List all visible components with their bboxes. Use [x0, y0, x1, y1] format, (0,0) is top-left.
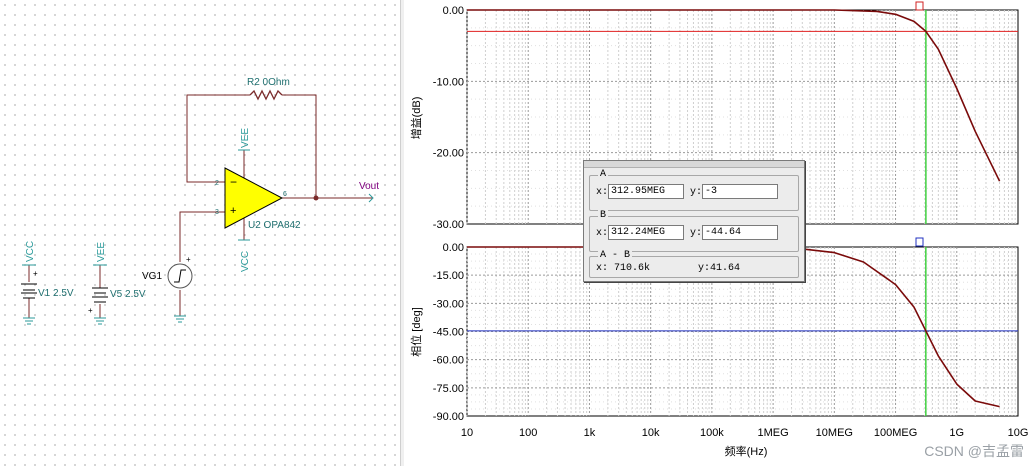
cursor-a-group: A x: 312.95MEG y: -3 [589, 169, 799, 211]
cursor-a-marker[interactable] [915, 1, 924, 11]
cursor-b-x-label: x: [596, 228, 609, 239]
x-tick-label: 1G [949, 427, 964, 439]
vcc-net-label: VCC [240, 251, 251, 272]
pin6-label: 6 [283, 191, 287, 198]
y-tick-label: -10.00 [433, 76, 464, 88]
y-tick-label: -20.00 [433, 148, 464, 160]
cursor-a-x-field[interactable]: 312.95MEG [608, 184, 684, 199]
v1-battery-icon[interactable] [21, 283, 37, 299]
v5-label: V5 2.5V [110, 289, 146, 300]
cursor-b-y-field[interactable]: -44.64 [702, 225, 778, 240]
v5-plus-sign: + [88, 306, 93, 315]
vg1-plus-sign: + [186, 255, 191, 264]
x-tick-label: 100k [700, 427, 724, 439]
x-tick-label: 100MEG [874, 427, 917, 439]
x-tick-label: 10k [642, 427, 660, 439]
y-tick-label: 0.00 [443, 242, 464, 254]
x-tick-label: 100 [519, 427, 537, 439]
schematic-drawing: R2 0Ohm − + 2 3 6 U2 OPA842 VEE VCC Vout… [21, 77, 379, 325]
cursor-b-x-field[interactable]: 312.24MEG [608, 225, 684, 240]
cursor-diff-title: A - B [598, 250, 633, 261]
v5-ground-icon [94, 317, 106, 325]
v1-net-label: VCC [25, 241, 36, 262]
v1-plus-sign: + [33, 269, 38, 278]
opamp-plus-sign: + [230, 205, 236, 217]
feedback-wire-right [282, 94, 317, 198]
cursor-b-group: B x: 312.24MEG y: -44.64 [589, 210, 799, 252]
x-tick-label: 1MEG [758, 427, 789, 439]
y-tick-label: -15.00 [433, 270, 464, 282]
v1-ground-icon [23, 317, 35, 325]
r2-resistor[interactable] [249, 89, 283, 101]
y-tick-label: 0.00 [443, 5, 464, 17]
pin2-label: 2 [215, 180, 219, 187]
gain-ylabel: 增益(dB) [409, 97, 423, 140]
u2-label: U2 OPA842 [248, 220, 301, 231]
vg1-label: VG1 [142, 271, 162, 282]
y-tick-label: -60.00 [433, 355, 464, 367]
x-tick-label: 10G [1008, 427, 1029, 439]
cursor-diff-x: x: 710.6k [596, 263, 651, 274]
vg1-ground-icon [174, 315, 186, 323]
r2-label: R2 0Ohm [247, 77, 290, 88]
y-tick-label: -30.00 [433, 219, 464, 231]
x-tick-label: 1k [584, 427, 596, 439]
y-tick-label: -30.00 [433, 298, 464, 310]
freq-xlabel: 频率(Hz) [725, 444, 768, 458]
cursor-a-y-field[interactable]: -3 [702, 184, 778, 199]
output-junction [313, 195, 319, 201]
watermark: CSDN @吉孟雷 [924, 443, 1024, 459]
y-tick-label: -90.00 [433, 411, 464, 423]
y-tick-label: -75.00 [433, 383, 464, 395]
cursor-a-title: A [598, 169, 609, 180]
v1-label: V1 2.5V [38, 288, 74, 299]
vee-net-label: VEE [240, 128, 251, 148]
cursor-dialog-titlebar[interactable] [584, 161, 804, 168]
cursor-a-y-label: y: [690, 187, 703, 198]
phase-ylabel: 相位 [deg] [409, 307, 423, 357]
y-tick-label: -45.00 [433, 327, 464, 339]
v5-net-label: VEE [96, 242, 107, 262]
vout-label: Vout [359, 181, 379, 192]
cursor-b-y-label: y: [690, 228, 703, 239]
opamp-minus-sign: − [230, 175, 237, 189]
cursor-b-marker[interactable] [915, 237, 924, 247]
pin3-label: 3 [215, 209, 219, 216]
v5-battery-icon[interactable] [92, 287, 108, 303]
x-tick-label: 10 [461, 427, 473, 439]
cursor-a-x-label: x: [596, 187, 609, 198]
cursor-b-title: B [598, 210, 609, 221]
x-tick-label: 10MEG [816, 427, 853, 439]
cursor-diff-y: y:41.64 [698, 263, 741, 274]
cursor-diff-group: A - B x: 710.6k y:41.64 [589, 250, 799, 278]
schematic-canvas[interactable]: R2 0Ohm − + 2 3 6 U2 OPA842 VEE VCC Vout… [0, 0, 400, 466]
cursor-readout-dialog[interactable]: A x: 312.95MEG y: -3 B x: 312.24MEG y: -… [583, 160, 805, 282]
